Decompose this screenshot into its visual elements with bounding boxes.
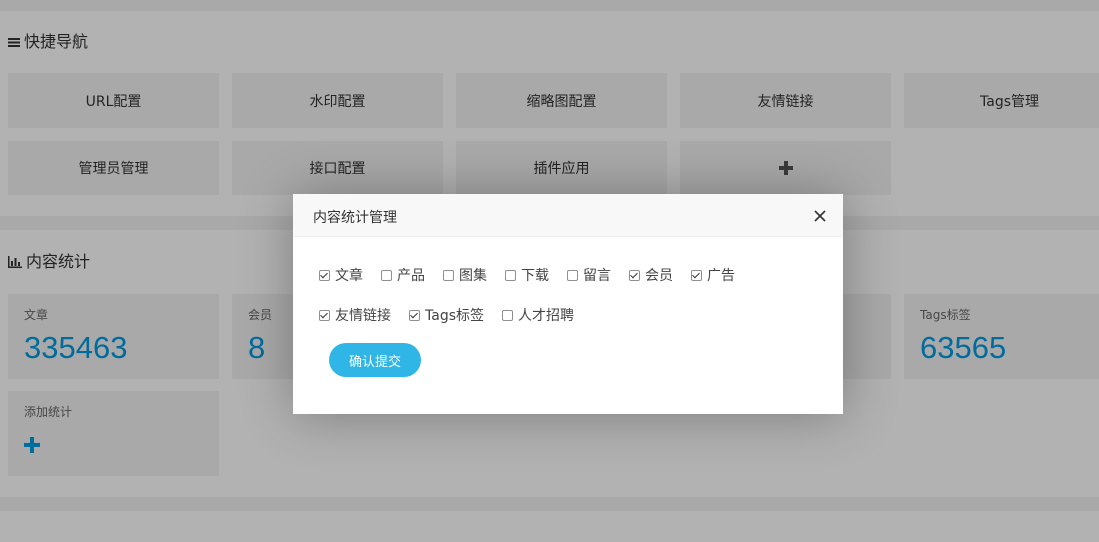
checkbox[interactable] xyxy=(319,309,330,321)
content-stats-modal: 内容统计管理 文章 产品 图集 下载 留言 会员 广告 友情链接 Tags标签 … xyxy=(293,194,843,414)
checkbox[interactable] xyxy=(381,269,392,281)
option-messages[interactable]: 留言 xyxy=(567,265,611,285)
submit-button[interactable]: 确认提交 xyxy=(329,343,421,377)
option-gallery[interactable]: 图集 xyxy=(443,265,487,285)
checkbox[interactable] xyxy=(505,269,516,281)
checkbox[interactable] xyxy=(409,309,420,321)
checkbox[interactable] xyxy=(502,309,513,321)
option-label: Tags标签 xyxy=(425,308,484,324)
modal-title: 内容统计管理 xyxy=(313,210,397,226)
checkbox[interactable] xyxy=(629,269,640,281)
option-label: 图集 xyxy=(459,268,487,284)
checkbox[interactable] xyxy=(443,269,454,281)
option-label: 留言 xyxy=(583,268,611,284)
checkbox[interactable] xyxy=(691,269,702,281)
option-downloads[interactable]: 下载 xyxy=(505,265,549,285)
option-label: 文章 xyxy=(335,268,363,284)
option-label: 产品 xyxy=(397,268,425,284)
options-row-1: 文章 产品 图集 下载 留言 会员 广告 xyxy=(319,265,753,285)
option-friend-links[interactable]: 友情链接 xyxy=(319,305,391,325)
option-label: 下载 xyxy=(521,268,549,284)
close-icon[interactable] xyxy=(813,208,827,222)
admin-dashboard: 快捷导航 URL配置 水印配置 缩略图配置 友情链接 Tags管理 管理员管理 … xyxy=(0,0,1099,542)
option-label: 广告 xyxy=(707,268,735,284)
option-label: 人才招聘 xyxy=(518,308,574,324)
checkbox[interactable] xyxy=(567,269,578,281)
option-tags[interactable]: Tags标签 xyxy=(409,305,484,325)
checkbox[interactable] xyxy=(319,269,330,281)
modal-header: 内容统计管理 xyxy=(293,194,843,237)
option-label: 友情链接 xyxy=(335,308,391,324)
option-recruitment[interactable]: 人才招聘 xyxy=(502,305,574,325)
option-articles[interactable]: 文章 xyxy=(319,265,363,285)
option-members[interactable]: 会员 xyxy=(629,265,673,285)
option-label: 会员 xyxy=(645,268,673,284)
options-row-2: 友情链接 Tags标签 人才招聘 xyxy=(319,305,592,325)
option-products[interactable]: 产品 xyxy=(381,265,425,285)
option-ads[interactable]: 广告 xyxy=(691,265,735,285)
